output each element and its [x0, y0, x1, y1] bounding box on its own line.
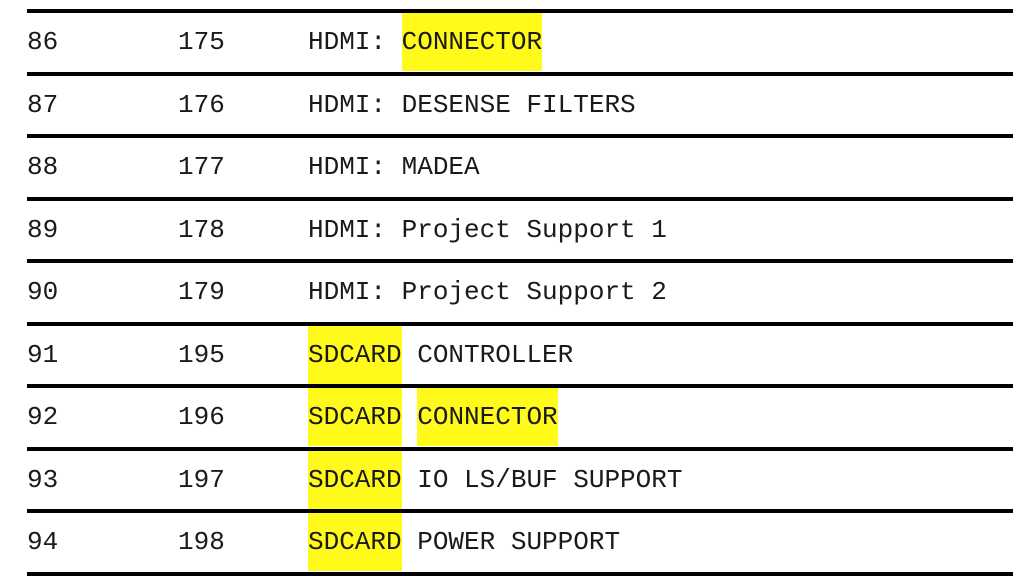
cell-index-text: 86	[27, 27, 59, 58]
cell-description: HDMI: CONNECTOR	[308, 9, 1013, 74]
cell-description-text: SDCARD CONNECTOR	[308, 388, 1013, 447]
highlighted-text: SDCARD	[308, 450, 402, 509]
cell-description: HDMI: MADEA	[308, 134, 1013, 199]
plain-text: HDMI: Project Support 1	[308, 214, 667, 245]
plain-text	[402, 402, 418, 432]
cell-index: 91	[27, 321, 178, 386]
plain-text: HDMI: Project Support 2	[308, 277, 667, 308]
cell-description-text: HDMI: Project Support 1	[308, 201, 1013, 259]
cell-number: 176	[178, 71, 308, 136]
table-row: 92 196 SDCARD CONNECTOR	[27, 384, 1013, 449]
plain-text: HDMI: MADEA	[308, 152, 480, 183]
table-row: 94 198 SDCARD POWER SUPPORT	[27, 509, 1013, 576]
cell-description: HDMI: DESENSE FILTERS	[308, 71, 1013, 136]
highlighted-text: CONNECTOR	[401, 13, 543, 72]
cell-description: SDCARD POWER SUPPORT	[308, 509, 1013, 576]
table-row: 86 175 HDMI: CONNECTOR	[27, 9, 1013, 74]
cell-index-text: 88	[27, 152, 59, 183]
cell-index: 89	[27, 196, 178, 261]
cell-number: 195	[178, 321, 308, 386]
cell-number: 178	[178, 196, 308, 261]
table-row: 93 197 SDCARD IO LS/BUF SUPPORT	[27, 446, 1013, 511]
cell-number: 177	[178, 134, 308, 199]
cell-description-text: HDMI: Project Support 2	[308, 263, 1013, 321]
plain-text: IO LS/BUF SUPPORT	[401, 464, 683, 495]
cell-description: SDCARD CONTROLLER	[308, 321, 1013, 386]
cell-number: 196	[178, 384, 308, 449]
cell-index: 92	[27, 384, 178, 449]
cell-number-text: 176	[178, 89, 225, 120]
cell-number-text: 196	[178, 402, 225, 433]
cell-number-text: 177	[178, 152, 225, 183]
cell-number-text: 175	[178, 27, 225, 58]
table-row: 91 195 SDCARD CONTROLLER	[27, 321, 1013, 386]
cell-number-text: 197	[178, 464, 225, 495]
cell-index-text: 92	[27, 402, 59, 433]
cell-index-text: 93	[27, 464, 59, 495]
cell-index-text: 89	[27, 214, 59, 245]
cell-description: SDCARD IO LS/BUF SUPPORT	[308, 446, 1013, 511]
cell-description-text: HDMI: CONNECTOR	[308, 13, 1013, 72]
table-row: 89 178 HDMI: Project Support 1	[27, 196, 1013, 261]
cell-index: 87	[27, 71, 178, 136]
cell-description: SDCARD CONNECTOR	[308, 384, 1013, 449]
plain-text: HDMI:	[308, 27, 402, 58]
cell-index-text: 94	[27, 527, 59, 558]
cell-index: 90	[27, 259, 178, 324]
cell-index: 86	[27, 9, 178, 74]
cell-number-text: 178	[178, 214, 225, 245]
table-body: 86 175 HDMI: CONNECTOR 87 176 HDMI: DESENSE F…	[27, 9, 1013, 576]
table-row: 88 177 HDMI: MADEA	[27, 134, 1013, 199]
cell-description-text: SDCARD IO LS/BUF SUPPORT	[308, 450, 1013, 509]
cell-index-text: 91	[27, 339, 59, 370]
highlighted-text: SDCARD	[308, 388, 402, 447]
cell-number: 198	[178, 509, 308, 576]
cell-index: 94	[27, 509, 178, 576]
plain-text: HDMI: DESENSE FILTERS	[308, 89, 636, 120]
cell-index: 88	[27, 134, 178, 199]
cell-number-text: 195	[178, 339, 225, 370]
cell-description-text: SDCARD CONTROLLER	[308, 325, 1013, 384]
table-row: 87 176 HDMI: DESENSE FILTERS	[27, 71, 1013, 136]
cell-description-text: SDCARD POWER SUPPORT	[308, 513, 1013, 572]
highlighted-text: SDCARD	[308, 325, 402, 384]
cell-number: 197	[178, 446, 308, 511]
cell-number-text: 198	[178, 527, 225, 558]
cell-number: 179	[178, 259, 308, 324]
highlighted-text: SDCARD	[308, 513, 402, 572]
plain-text: POWER SUPPORT	[401, 527, 621, 558]
cell-description: HDMI: Project Support 2	[308, 259, 1013, 324]
cell-index-text: 90	[27, 277, 59, 308]
document-page: 86 175 HDMI: CONNECTOR 87 176 HDMI: DESENSE F…	[0, 0, 1024, 576]
plain-text: CONTROLLER	[401, 339, 574, 370]
cell-number: 175	[178, 9, 308, 74]
highlighted-text: CONNECTOR	[417, 388, 558, 447]
cell-description-text: HDMI: MADEA	[308, 138, 1013, 196]
cell-description-text: HDMI: DESENSE FILTERS	[308, 76, 1013, 134]
cell-number-text: 179	[178, 277, 225, 308]
cell-index-text: 87	[27, 89, 59, 120]
table-row: 90 179 HDMI: Project Support 2	[27, 259, 1013, 324]
cell-description: HDMI: Project Support 1	[308, 196, 1013, 261]
cell-index: 93	[27, 446, 178, 511]
requirements-table: 86 175 HDMI: CONNECTOR 87 176 HDMI: DESENSE F…	[27, 9, 1013, 576]
